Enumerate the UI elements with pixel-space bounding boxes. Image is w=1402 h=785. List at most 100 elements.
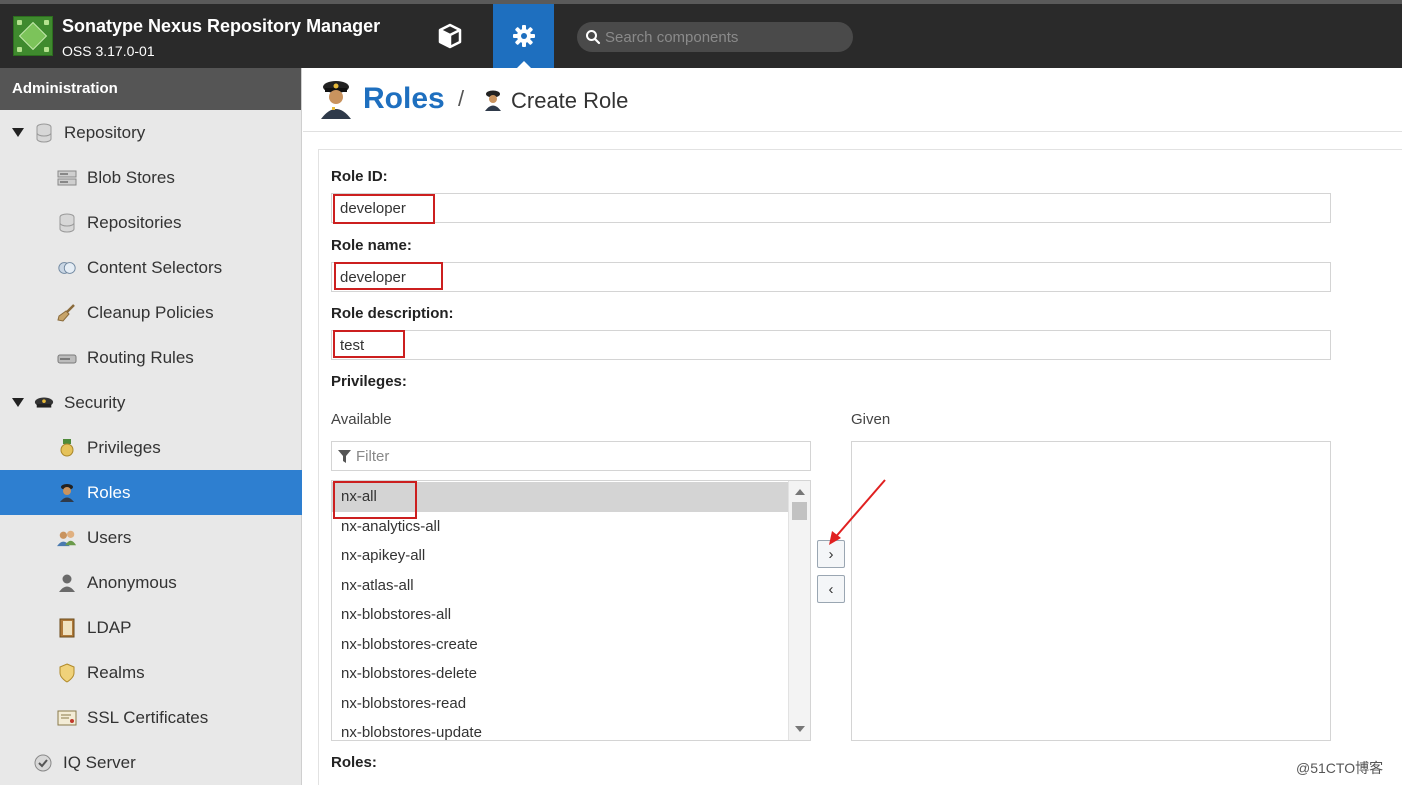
sidebar-item-privileges[interactable]: Privileges <box>0 425 302 470</box>
role-id-label: Role ID: <box>331 168 388 185</box>
sidebar-item-label: SSL Certificates <box>87 707 209 727</box>
sidebar-item-routing-rules[interactable]: Routing Rules <box>0 335 302 380</box>
cube-icon <box>438 23 462 49</box>
list-item[interactable]: nx-all <box>332 482 788 512</box>
database-icon <box>34 123 54 143</box>
officer-icon <box>57 483 77 503</box>
logo-dot <box>44 47 49 52</box>
sidebar-item-label: Content Selectors <box>87 257 223 277</box>
sidebar-item-content-selectors[interactable]: Content Selectors <box>0 245 302 290</box>
sidebar-item-repository[interactable]: Repository <box>0 110 302 155</box>
role-id-input[interactable] <box>331 193 1331 223</box>
expand-triangle-icon[interactable] <box>12 398 24 407</box>
sidebar-item-label: Users <box>87 527 132 547</box>
list-item[interactable]: nx-blobstores-create <box>332 630 788 660</box>
sidebar-item-label: Security <box>64 392 126 412</box>
sidebar-item-label: Roles <box>87 482 131 502</box>
broom-icon <box>57 303 77 323</box>
role-description-input[interactable] <box>331 330 1331 360</box>
breadcrumb-separator: / <box>458 86 465 111</box>
sidebar-item-label: Repositories <box>87 212 182 232</box>
list-item[interactable]: nx-blobstores-update <box>332 718 788 740</box>
search-icon <box>586 30 601 45</box>
role-name-input[interactable] <box>331 262 1331 292</box>
selector-icon <box>57 258 77 278</box>
create-role-form: Role ID: Role name: Role description: Pr… <box>318 149 1402 785</box>
users-icon <box>57 528 77 548</box>
sidebar-item-ssl-certificates[interactable]: SSL Certificates <box>0 695 302 740</box>
roles-label: Roles: <box>331 754 377 771</box>
sidebar-item-iq-server[interactable]: IQ Server <box>0 740 302 785</box>
given-privileges-list[interactable] <box>851 441 1331 741</box>
sidebar: Administration Repository Blob Stores Re… <box>0 68 302 785</box>
page-header: Roles / Create Role <box>303 68 1402 132</box>
medal-icon <box>57 438 77 458</box>
watermark: @51CTO博客 <box>1296 760 1384 776</box>
logo-dot <box>17 20 22 25</box>
move-left-button[interactable]: ‹ <box>817 575 845 603</box>
router-icon <box>57 348 77 368</box>
sidebar-item-users[interactable]: Users <box>0 515 302 560</box>
filter-input[interactable] <box>356 442 796 470</box>
breadcrumb-current: Create Role <box>511 88 629 113</box>
officer-icon <box>485 90 501 111</box>
list-item[interactable]: nx-analytics-all <box>332 512 788 542</box>
certificate-icon <box>57 708 77 728</box>
sidebar-item-repositories[interactable]: Repositories <box>0 200 302 245</box>
logo-cube <box>18 21 48 51</box>
sidebar-item-label: Routing Rules <box>87 347 194 367</box>
database-icon <box>57 213 77 233</box>
list-scrollbar[interactable] <box>788 481 810 740</box>
sidebar-item-label: Repository <box>64 122 146 142</box>
browse-button[interactable] <box>420 4 480 68</box>
sidebar-item-cleanup-policies[interactable]: Cleanup Policies <box>0 290 302 335</box>
annotation-arrow <box>829 479 886 545</box>
sidebar-item-anonymous[interactable]: Anonymous <box>0 560 302 605</box>
sidebar-item-label: Blob Stores <box>87 167 175 187</box>
shield-icon <box>57 662 77 683</box>
server-icon <box>57 168 77 188</box>
list-item[interactable]: nx-atlas-all <box>332 571 788 601</box>
sidebar-item-blob-stores[interactable]: Blob Stores <box>0 155 302 200</box>
main-content: Roles / Create Role Role ID: Role name: … <box>303 68 1402 785</box>
privileges-label: Privileges: <box>331 373 407 390</box>
sidebar-item-realms[interactable]: Realms <box>0 650 302 695</box>
sidebar-item-label: LDAP <box>87 617 132 637</box>
app-title: Sonatype Nexus Repository Manager <box>62 16 381 36</box>
police-hat-icon <box>34 393 54 413</box>
search-box[interactable] <box>577 22 853 52</box>
list-item[interactable]: nx-blobstores-delete <box>332 659 788 689</box>
administration-button[interactable] <box>493 4 554 68</box>
logo-dot <box>44 20 49 25</box>
nexus-logo[interactable] <box>13 16 53 56</box>
sidebar-item-label: Privileges <box>87 437 161 457</box>
sidebar-item-roles[interactable]: Roles <box>0 470 302 515</box>
officer-icon <box>321 81 351 119</box>
app-version: OSS 3.17.0-01 <box>62 43 155 59</box>
list-item[interactable]: nx-apikey-all <box>332 541 788 571</box>
scroll-thumb[interactable] <box>792 502 807 520</box>
anonymous-user-icon <box>57 573 77 593</box>
list-item[interactable]: nx-blobstores-all <box>332 600 788 630</box>
logo-dot <box>17 47 22 52</box>
given-label: Given <box>851 411 891 428</box>
page-title[interactable]: Roles <box>363 82 445 116</box>
sidebar-item-label: Cleanup Policies <box>87 302 214 322</box>
search-input[interactable] <box>605 22 845 52</box>
sidebar-item-ldap[interactable]: LDAP <box>0 605 302 650</box>
list-item[interactable]: nx-blobstores-read <box>332 689 788 719</box>
scroll-up-arrow-icon[interactable] <box>795 489 805 495</box>
expand-triangle-icon[interactable] <box>12 128 24 137</box>
sidebar-item-security[interactable]: Security <box>0 380 302 425</box>
available-label: Available <box>331 411 392 428</box>
filter-icon <box>338 450 351 463</box>
available-privileges-list[interactable]: nx-all nx-analytics-all nx-apikey-all nx… <box>331 480 811 741</box>
address-book-icon <box>57 618 77 638</box>
privilege-filter[interactable] <box>331 441 811 471</box>
sidebar-item-label: IQ Server <box>63 752 136 772</box>
sidebar-header: Administration <box>0 68 301 110</box>
active-caret <box>517 61 531 68</box>
top-bar: Sonatype Nexus Repository Manager OSS 3.… <box>0 0 1402 68</box>
scroll-down-arrow-icon[interactable] <box>795 726 805 732</box>
gear-icon <box>512 25 535 47</box>
